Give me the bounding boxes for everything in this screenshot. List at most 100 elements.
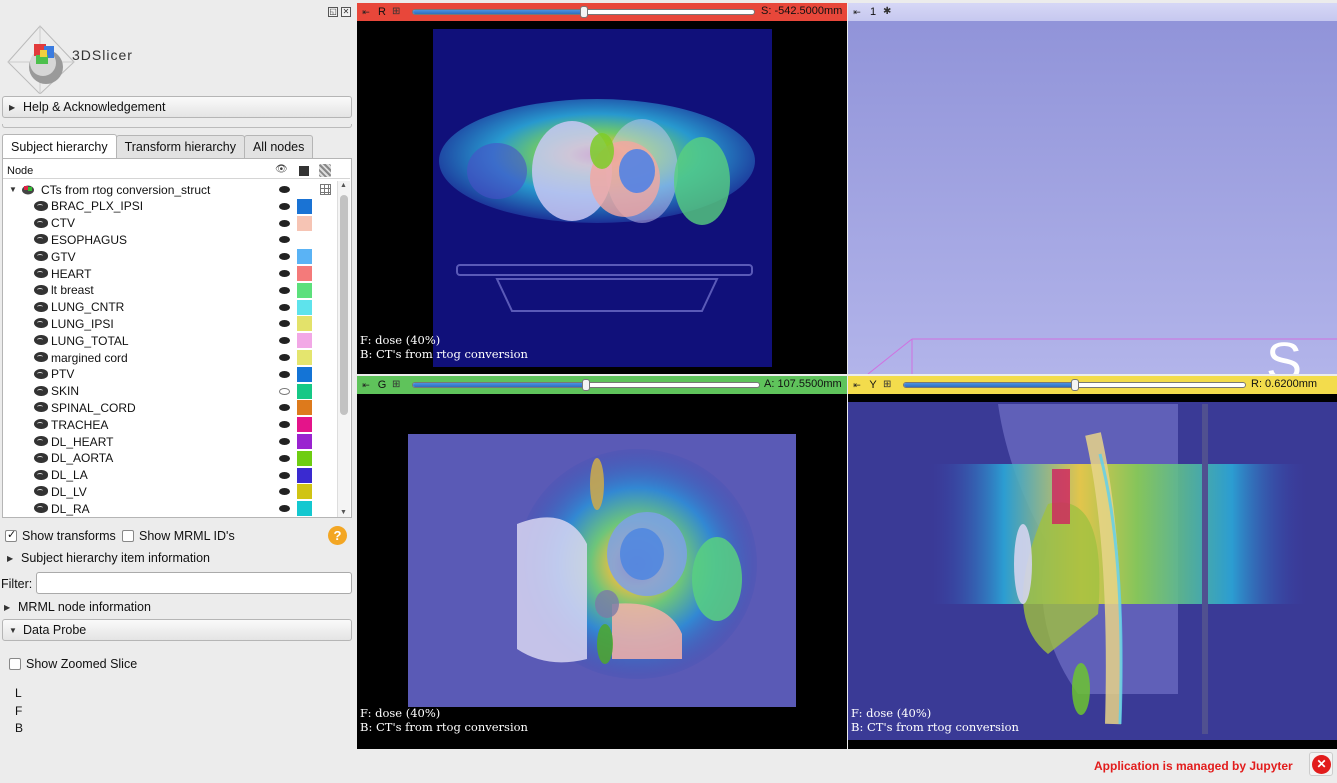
yellow-slice-view[interactable]: ⇤ Y ⊞ R: 0.6200mm F: dose (40%) B: CT's … (848, 376, 1337, 749)
color-swatch[interactable] (297, 501, 312, 517)
tree-row[interactable]: SKIN (3, 383, 337, 400)
mrml-info-section[interactable]: ▶ MRML node information (4, 600, 151, 614)
color-swatch[interactable] (297, 215, 312, 231)
close-icon[interactable] (1309, 752, 1333, 776)
color-swatch[interactable] (297, 333, 312, 349)
eye-icon[interactable] (279, 337, 290, 345)
color-swatch[interactable] (297, 366, 312, 382)
three-d-view[interactable]: ⇤ 1 ✱ S (848, 3, 1337, 374)
show-transforms-option[interactable]: Show transforms (5, 528, 116, 543)
show-zoomed-slice-checkbox[interactable] (9, 658, 21, 670)
tree-row[interactable]: DL_HEART (3, 433, 337, 450)
tab-all-nodes[interactable]: All nodes (243, 135, 314, 158)
tree-scrollbar[interactable]: ▲ ▼ (337, 181, 350, 517)
tree-row[interactable]: DL_LV (3, 483, 337, 500)
show-zoomed-slice-option[interactable]: Show Zoomed Slice (9, 657, 137, 671)
show-mrml-ids-checkbox[interactable] (122, 530, 134, 542)
color-swatch[interactable] (297, 249, 312, 265)
eye-icon[interactable] (279, 354, 290, 361)
eye-icon[interactable] (279, 219, 290, 227)
yellow-slice-slider[interactable] (903, 379, 1246, 391)
color-swatch[interactable] (297, 299, 312, 315)
green-slice-slider[interactable] (412, 379, 760, 391)
tree-row[interactable]: DL_LA (3, 467, 337, 484)
tree-row[interactable]: margined cord (3, 349, 337, 366)
color-swatch[interactable] (297, 316, 312, 332)
color-swatch[interactable] (297, 383, 312, 399)
scroll-down-icon[interactable]: ▼ (340, 509, 347, 516)
help-icon[interactable]: ? (328, 526, 347, 545)
tab-transform-hierarchy[interactable]: Transform hierarchy (115, 135, 245, 158)
tree-row[interactable]: LUNG_IPSI (3, 315, 337, 332)
eye-icon[interactable] (279, 370, 290, 378)
eye-icon[interactable] (279, 270, 290, 277)
color-swatch[interactable] (297, 484, 312, 500)
eye-icon[interactable] (279, 387, 290, 395)
subject-info-section[interactable]: ▶ Subject hierarchy item information (7, 551, 210, 565)
float-icon[interactable]: ◱ (328, 7, 338, 17)
color-column-icon[interactable] (299, 166, 309, 176)
color-swatch[interactable] (297, 266, 312, 281)
slider-handle[interactable] (582, 379, 590, 391)
pin-icon[interactable]: ⇤ (851, 379, 863, 391)
link-icon[interactable]: ⊞ (392, 6, 404, 18)
eye-icon[interactable] (279, 488, 290, 496)
eye-icon[interactable] (279, 253, 290, 261)
grid-icon[interactable] (320, 184, 331, 195)
filter-input[interactable] (36, 572, 352, 594)
eye-icon[interactable] (279, 202, 290, 210)
link-icon[interactable]: ⊞ (392, 379, 404, 391)
eye-icon[interactable] (279, 438, 290, 445)
close-panel-icon[interactable]: ✕ (341, 7, 351, 17)
tree-row[interactable]: PTV (3, 366, 337, 383)
tree-row[interactable]: lt breast (3, 282, 337, 299)
color-swatch[interactable] (297, 198, 312, 214)
color-swatch[interactable] (297, 350, 312, 365)
eye-icon[interactable] (279, 505, 290, 513)
link-icon[interactable]: ⊞ (883, 379, 895, 391)
tree-row[interactable]: HEART (3, 265, 337, 282)
pin-icon[interactable]: ⇤ (360, 6, 372, 18)
visibility-column-icon[interactable]: 👁 (275, 164, 288, 175)
pin-icon[interactable]: ⇤ (851, 6, 863, 18)
red-slice-view[interactable]: ⇤ R ⊞ S: -542.5000mm F: dose (40%) B: CT… (357, 3, 847, 374)
eye-icon[interactable] (279, 236, 290, 244)
eye-icon[interactable] (279, 471, 290, 479)
tree-row[interactable]: LUNG_TOTAL (3, 332, 337, 349)
column-node[interactable]: Node (7, 165, 33, 177)
tree-row[interactable]: DL_AORTA (3, 450, 337, 467)
scrollbar-thumb[interactable] (340, 195, 348, 415)
eye-icon[interactable] (279, 286, 290, 294)
scroll-up-icon[interactable]: ▲ (340, 182, 347, 189)
color-swatch[interactable] (297, 282, 312, 298)
tree-row[interactable]: BRAC_PLX_IPSI (3, 198, 337, 215)
transform-column-icon[interactable] (319, 164, 331, 177)
eye-icon[interactable] (279, 454, 290, 462)
data-probe-section-button[interactable]: ▼ Data Probe (2, 619, 352, 641)
color-swatch[interactable] (297, 417, 312, 433)
slider-handle[interactable] (579, 6, 588, 18)
show-mrml-ids-option[interactable]: Show MRML ID's (122, 529, 235, 543)
slider-handle[interactable] (1070, 379, 1079, 391)
tree-row[interactable]: ESOPHAGUS (3, 231, 337, 248)
show-transforms-checkbox[interactable] (5, 528, 17, 542)
settings-icon[interactable]: ✱ (883, 6, 895, 18)
red-slice-slider[interactable] (412, 6, 755, 18)
color-swatch[interactable] (297, 467, 312, 483)
tree-row[interactable]: CTV (3, 215, 337, 232)
eye-icon[interactable] (279, 303, 290, 311)
eye-icon[interactable] (279, 186, 290, 193)
tree-row[interactable]: LUNG_CNTR (3, 299, 337, 316)
tab-subject-hierarchy[interactable]: Subject hierarchy (2, 134, 117, 158)
eye-icon[interactable] (279, 320, 290, 328)
color-swatch[interactable] (297, 400, 312, 416)
tree-row[interactable]: GTV (3, 248, 337, 265)
pin-icon[interactable]: ⇤ (360, 379, 372, 391)
expand-down-icon[interactable]: ▼ (9, 185, 17, 194)
tree-row[interactable]: TRACHEA (3, 416, 337, 433)
green-slice-view[interactable]: ⇤ G ⊞ A: 107.5500mm F: dose (40%) B: CT'… (357, 376, 847, 749)
eye-icon[interactable] (279, 404, 290, 412)
color-swatch[interactable] (297, 450, 312, 466)
tree-row[interactable]: DL_RA (3, 500, 337, 517)
eye-icon[interactable] (279, 421, 290, 429)
